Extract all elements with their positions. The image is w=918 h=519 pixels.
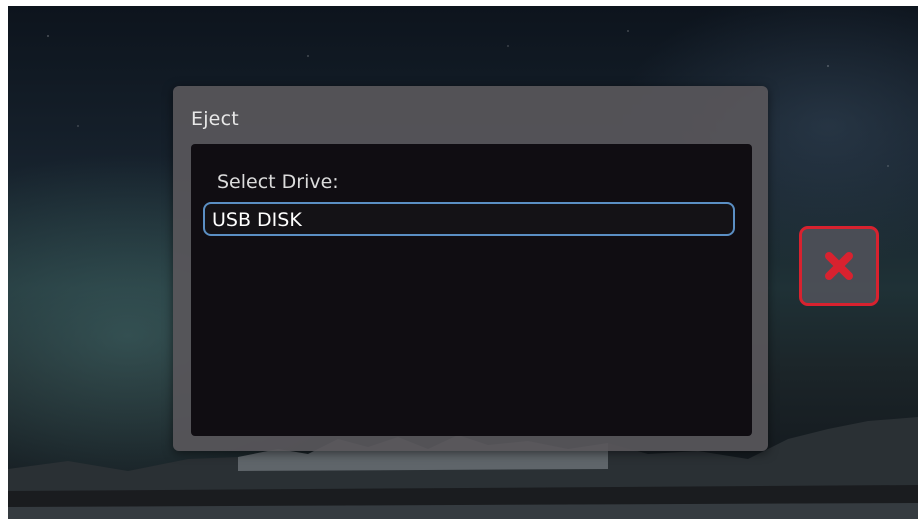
drive-list: Select Drive: USB DISK: [191, 144, 752, 436]
drive-item-label: USB DISK: [212, 209, 302, 231]
close-icon: [825, 252, 853, 280]
tv-screen: Eject Select Drive: USB DISK: [8, 6, 918, 519]
eject-dialog: Eject Select Drive: USB DISK: [173, 86, 768, 451]
close-button[interactable]: [799, 226, 879, 306]
dialog-title: Eject: [191, 108, 239, 130]
drive-item-usb-disk[interactable]: USB DISK: [203, 202, 735, 236]
select-drive-label: Select Drive:: [217, 171, 339, 193]
